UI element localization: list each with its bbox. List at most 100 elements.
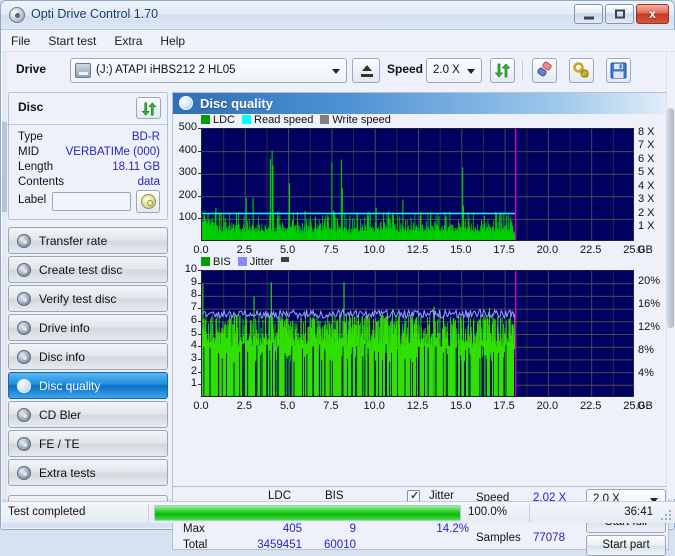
legend-swatch-ldc	[201, 115, 210, 124]
maximize-button[interactable]	[605, 4, 634, 24]
x-tick-label: 7.5	[323, 400, 339, 412]
client-area: Drive (J:) ATAPI iHBS212 2 HL05 Speed 2.…	[2, 52, 675, 556]
scrollbar-thumb[interactable]	[667, 108, 674, 328]
x-tick-label: 10.0	[363, 244, 385, 256]
sidebar-item-label: Disc info	[39, 350, 86, 364]
y-tick-label: 6	[190, 313, 197, 326]
disc-label-button[interactable]	[136, 190, 160, 213]
start-part-button[interactable]: Start part	[586, 535, 666, 556]
disc-info-panel: Disc Type BD-R MID VERBATIMe (000) Lengt…	[8, 92, 168, 220]
disc-panel-title: Disc	[18, 100, 44, 114]
disc-row-type-value: BD-R	[131, 131, 160, 143]
speed-select[interactable]: 2.0 X	[426, 58, 482, 83]
y-tick-label: 200	[178, 188, 197, 201]
erase-button[interactable]	[532, 58, 557, 83]
menu-item-start-test[interactable]: Start test	[39, 30, 105, 51]
scrollbar-thumb[interactable]	[2, 122, 7, 212]
menu-item-file[interactable]: File	[2, 30, 39, 51]
sidebar-item-transfer-rate[interactable]: Transfer rate	[8, 227, 168, 254]
sidebar-item-extra-tests[interactable]: Extra tests	[8, 459, 168, 486]
disc-refresh-button[interactable]	[136, 97, 161, 119]
x-tick-label: 15.0	[450, 400, 472, 412]
grip-dot	[669, 510, 671, 512]
chart-top-svg	[202, 129, 633, 240]
stats-max-ldc: 405	[282, 523, 302, 535]
y-tick-mark	[198, 346, 201, 348]
y-tick-label: 3	[190, 351, 197, 364]
wrench-icon	[573, 62, 589, 78]
save-button[interactable]	[606, 58, 631, 83]
y-tick-mark	[198, 320, 201, 322]
y-tick-label: 9	[190, 275, 197, 288]
disc-icon	[17, 292, 31, 306]
y2-tick-label: 7 X	[638, 139, 655, 152]
divider	[148, 504, 149, 522]
stats-row-max-label: Max	[183, 523, 205, 535]
sidebar-item-cd-bler[interactable]: CD Bler	[8, 401, 168, 428]
sidebar-item-drive-info[interactable]: Drive info	[8, 314, 168, 341]
x-tick-label: 2.5	[236, 244, 252, 256]
sidebar-item-verify-test-disc[interactable]: Verify test disc	[8, 285, 168, 312]
disc-icon	[179, 96, 193, 110]
disc-row-contents-key: Contents	[18, 176, 65, 188]
x-tick-label: 17.5	[493, 244, 515, 256]
sidebar-item-label: Transfer rate	[39, 234, 108, 248]
title-bar: Opti Drive Control 1.70 x	[1, 1, 674, 30]
stats-samples-label: Samples	[476, 532, 521, 544]
drive-select[interactable]: (J:) ATAPI iHBS212 2 HL05	[70, 58, 347, 83]
sidebar-item-disc-quality[interactable]: Disc quality	[8, 372, 168, 399]
sidebar-item-label: CD Bler	[39, 408, 82, 422]
menu-item-extra[interactable]: Extra	[105, 30, 151, 51]
progress-bar-fill	[155, 506, 460, 520]
page-title: Disc quality	[200, 96, 273, 111]
disc-row-mid: MID VERBATIMe (000)	[18, 146, 160, 161]
x-tick-label: 20.0	[536, 400, 559, 412]
sidebar-item-create-test-disc[interactable]: Create test disc	[8, 256, 168, 283]
sidebar-item-fe-te[interactable]: FE / TE	[8, 430, 168, 457]
minimize-button[interactable]	[574, 4, 603, 24]
disc-label-input[interactable]	[52, 192, 131, 211]
elapsed-time: 36:41	[624, 506, 653, 518]
disc-row-type-key: Type	[18, 131, 43, 143]
refresh-button[interactable]	[490, 58, 515, 83]
sidebar-item-label: Verify test disc	[39, 292, 117, 306]
y-tick-mark	[198, 282, 201, 284]
close-button[interactable]: x	[636, 4, 669, 24]
left-scrollbar[interactable]	[2, 52, 7, 499]
disc-row-contents-value: data	[137, 176, 160, 188]
vertical-scrollbar[interactable]	[666, 52, 674, 499]
sidebar-item-label: FE / TE	[39, 437, 80, 451]
drive-toolbar: Drive (J:) ATAPI iHBS212 2 HL05 Speed 2.…	[2, 52, 675, 88]
disc-row-contents: Contents data	[18, 176, 160, 191]
x-tick-label: 0.0	[193, 244, 209, 256]
eject-button[interactable]	[352, 58, 380, 83]
eject-icon	[362, 65, 372, 71]
x-tick-label: 10.0	[363, 400, 385, 412]
x-tick-label: 22.5	[579, 400, 602, 412]
x-tick-label: 12.5	[406, 400, 429, 412]
y2-tick-label: 8 X	[638, 125, 655, 138]
menu-item-help[interactable]: Help	[151, 30, 194, 51]
x-tick-label: 12.5	[406, 244, 429, 256]
start-part-label: Start part	[602, 539, 650, 551]
refresh-icon	[494, 63, 511, 78]
x-tick-label: 22.5	[579, 244, 602, 256]
disc-icon	[17, 408, 31, 422]
y2-tick-label: 12%	[638, 320, 661, 333]
chevron-down-icon	[332, 69, 340, 74]
y2-tick-label: 2 X	[638, 206, 655, 219]
x-axis-unit-label: GB	[637, 244, 653, 256]
x-axis-unit-label: GB	[637, 400, 653, 412]
y-tick-label: 300	[178, 166, 197, 179]
left-column: Disc Type BD-R MID VERBATIMe (000) Lengt…	[8, 92, 168, 518]
chart-top-legend: LDC Read speed Write speed	[201, 114, 398, 126]
floppy-save-icon	[610, 62, 627, 79]
grip-dot	[665, 514, 667, 516]
y-tick-mark	[198, 150, 201, 152]
y2-tick-label: 6 X	[638, 152, 655, 165]
sidebar-item-disc-info[interactable]: Disc info	[8, 343, 168, 370]
settings-button[interactable]	[569, 58, 594, 83]
disc-icon	[17, 263, 31, 277]
resize-grip[interactable]	[659, 508, 671, 520]
progress-percent: 100.0%	[468, 506, 508, 518]
